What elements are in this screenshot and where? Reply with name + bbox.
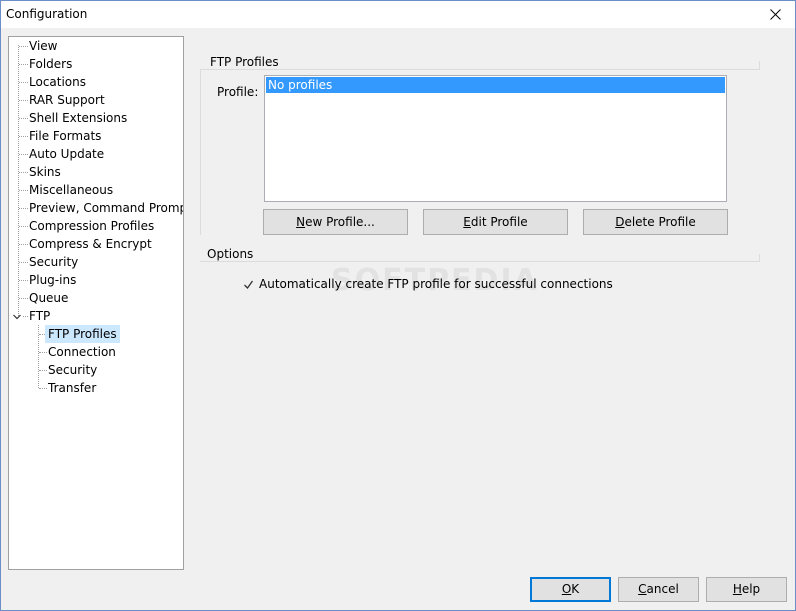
settings-tree[interactable]: View Folders Locations RAR Support Shell… bbox=[8, 36, 184, 570]
ftp-profiles-group-label: FTP Profiles bbox=[210, 55, 283, 69]
chevron-down-icon[interactable] bbox=[12, 312, 22, 322]
new-profile-button[interactable]: New Profile... bbox=[263, 209, 408, 235]
tree-item-auto-update[interactable]: Auto Update bbox=[26, 145, 107, 163]
tree-item-rar-support[interactable]: RAR Support bbox=[26, 91, 108, 109]
tree-item-skins[interactable]: Skins bbox=[26, 163, 64, 181]
delete-profile-button[interactable]: Delete Profile bbox=[583, 209, 728, 235]
close-button[interactable] bbox=[755, 1, 795, 28]
cancel-button-label: ancel bbox=[646, 582, 679, 596]
tree-item-locations[interactable]: Locations bbox=[26, 73, 89, 91]
tree-item-security[interactable]: Security bbox=[26, 253, 81, 271]
tree-item-plug-ins[interactable]: Plug-ins bbox=[26, 271, 79, 289]
checkmark-icon bbox=[244, 280, 254, 290]
edit-profile-button-label: dit Profile bbox=[470, 215, 528, 229]
cancel-button[interactable]: Cancel bbox=[618, 577, 699, 602]
group-frame-line bbox=[200, 261, 760, 262]
help-button-mnemonic: H bbox=[732, 582, 742, 596]
cancel-button-mnemonic: C bbox=[638, 582, 647, 596]
auto-create-checkbox[interactable] bbox=[242, 278, 255, 291]
ok-button-mnemonic: O bbox=[561, 582, 572, 596]
group-frame-line bbox=[200, 69, 760, 70]
configuration-window: Configuration View Folders Locations RAR… bbox=[0, 0, 796, 611]
tree-item-preview-command-prompt[interactable]: Preview, Command Prompt bbox=[26, 199, 183, 217]
tree-item-view[interactable]: View bbox=[26, 37, 60, 55]
tree-item-folders[interactable]: Folders bbox=[26, 55, 75, 73]
ok-button-label: K bbox=[571, 582, 580, 596]
profile-label: Profile: bbox=[217, 85, 259, 99]
options-group-label: Options bbox=[207, 247, 258, 261]
window-title: Configuration bbox=[6, 7, 88, 21]
edit-profile-button-mnemonic: E bbox=[463, 215, 471, 229]
title-bar: Configuration bbox=[1, 1, 795, 28]
profile-list[interactable]: No profiles bbox=[264, 75, 727, 202]
group-frame-line bbox=[759, 254, 760, 261]
help-button-label: elp bbox=[741, 582, 761, 596]
tree-item-compress-encrypt[interactable]: Compress & Encrypt bbox=[26, 235, 155, 253]
tree-item-shell-extensions[interactable]: Shell Extensions bbox=[26, 109, 130, 127]
profile-list-item[interactable]: No profiles bbox=[266, 77, 725, 93]
tree-item-miscellaneous[interactable]: Miscellaneous bbox=[26, 181, 116, 199]
tree-item-compression-profiles[interactable]: Compression Profiles bbox=[26, 217, 157, 235]
tree-item-ftp-profiles[interactable]: FTP Profiles bbox=[45, 325, 120, 343]
close-icon bbox=[769, 9, 781, 20]
new-profile-button-label: ew Profile... bbox=[305, 215, 375, 229]
delete-profile-button-label: elete Profile bbox=[624, 215, 696, 229]
tree-item-file-formats[interactable]: File Formats bbox=[26, 127, 104, 145]
tree-item-ftp-transfer[interactable]: Transfer bbox=[45, 379, 99, 397]
help-button[interactable]: Help bbox=[706, 577, 787, 602]
group-frame-line bbox=[759, 61, 760, 69]
tree-item-ftp-security[interactable]: Security bbox=[45, 361, 100, 379]
edit-profile-button[interactable]: Edit Profile bbox=[423, 209, 568, 235]
tree-connector bbox=[18, 45, 19, 316]
new-profile-button-mnemonic: N bbox=[296, 215, 306, 229]
tree-item-ftp[interactable]: FTP bbox=[26, 307, 53, 325]
auto-create-label[interactable]: Automatically create FTP profile for suc… bbox=[259, 277, 613, 291]
tree-item-ftp-connection[interactable]: Connection bbox=[45, 343, 119, 361]
ok-button[interactable]: OK bbox=[530, 577, 611, 602]
group-frame-line bbox=[200, 69, 201, 235]
tree-item-queue[interactable]: Queue bbox=[26, 289, 71, 307]
